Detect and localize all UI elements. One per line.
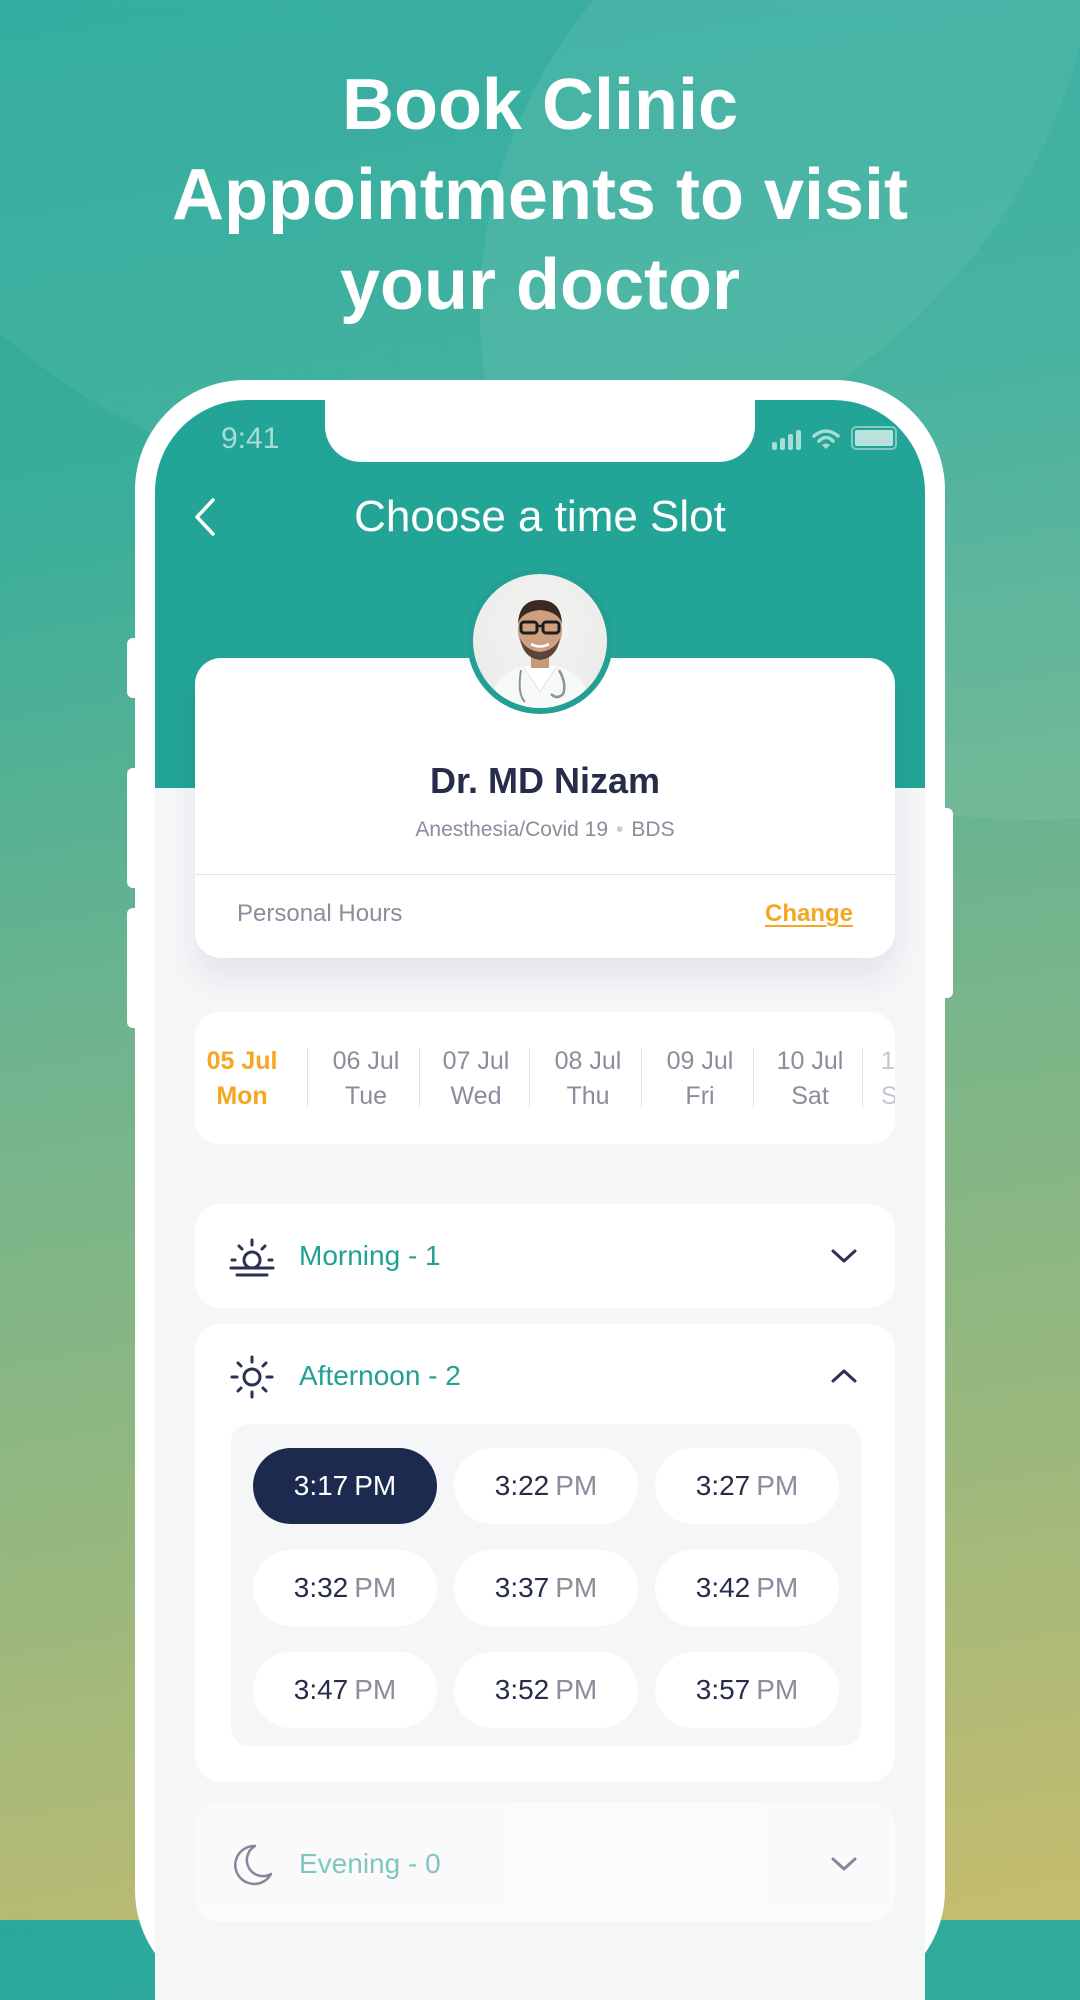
status-icons [772,426,897,450]
sunrise-icon [229,1238,275,1277]
time-slot[interactable]: 3:32 PM [253,1550,437,1626]
chevron-down-icon[interactable] [829,1244,859,1268]
date-item[interactable]: 05 Jul Mon [195,1044,297,1114]
time-slot[interactable]: 3:47 PM [253,1652,437,1728]
power-button [939,808,953,998]
slot-time: 3:37 [494,1572,550,1603]
doctor-photo [488,600,592,708]
slot-time: 3:27 [695,1470,751,1501]
separator-dot: • [616,818,624,841]
phone-frame: 9:41 Choose a time Slot Dr. MD Nizam Ane… [127,380,953,2000]
date-selector: 05 Jul Mon 06 Jul Tue 07 Jul Wed 08 Jul … [195,1012,895,1144]
day-label: Sat [791,1082,829,1110]
date-divider [753,1048,754,1108]
date-item[interactable]: 07 Jul Wed [421,1044,531,1114]
date-label: 07 Jul [442,1047,510,1075]
morning-section-header[interactable]: Morning - 1 [195,1204,895,1308]
headline-line: Book Clinic [341,65,739,145]
day-label: Mon [216,1082,268,1110]
day-label: Tue [344,1082,388,1110]
change-hours-link[interactable]: Change [765,900,853,928]
date-label: 08 Jul [554,1047,622,1075]
promo-headline: Book Clinic Appointments to visit your d… [0,60,1080,330]
headline-line: Appointments to visit [172,155,908,235]
date-item[interactable]: 08 Jul Thu [533,1044,643,1114]
time-slot[interactable]: 3:37 PM [454,1550,638,1626]
date-item[interactable]: 09 Jul Fri [645,1044,755,1114]
date-divider [862,1048,863,1108]
day-label: Thu [566,1082,610,1110]
time-slot[interactable]: 3:27 PM [655,1448,839,1524]
morning-section: Morning - 1 [195,1204,895,1308]
chevron-down-icon[interactable] [829,1852,859,1876]
sun-icon [230,1355,274,1399]
volume-down-button [127,908,141,1028]
slot-time: 3:17 [293,1470,349,1501]
evening-section: Evening - 0 [195,1802,895,1922]
day-label: Fri [685,1082,715,1110]
app-screen: 9:41 Choose a time Slot Dr. MD Nizam Ane… [155,400,925,2000]
slot-time: 3:22 [494,1470,550,1501]
status-time: 9:41 [221,422,280,455]
evening-section-title: Evening - 0 [299,1848,441,1879]
time-slot[interactable]: 3:42 PM [655,1550,839,1626]
slot-ampm: PM [555,1572,598,1603]
doctor-degree: BDS [631,818,675,841]
volume-up-button [127,768,141,888]
page-title: Choose a time Slot [354,492,726,541]
date-divider [307,1048,308,1108]
doctor-name: Dr. MD Nizam [429,760,661,801]
slot-time: 3:57 [695,1674,751,1705]
headline-line: your doctor [339,245,740,325]
date-label: 11 Jul [881,1047,895,1075]
slot-time: 3:42 [695,1572,751,1603]
slot-ampm: PM [555,1674,598,1705]
evening-section-header[interactable]: Evening - 0 [195,1812,895,1916]
afternoon-section: Afternoon - 2 3:17 PM 3:22 PM 3:27 PM 3:32 P… [195,1324,895,1782]
morning-section-title: Morning - 1 [299,1240,441,1271]
slot-time: 3:32 [293,1572,349,1603]
date-label: 09 Jul [666,1047,734,1075]
time-slot[interactable]: 3:22 PM [454,1448,638,1524]
date-item[interactable]: 11 Jul Sun [865,1044,895,1114]
date-item[interactable]: 10 Jul Sat [755,1044,865,1114]
slot-ampm: PM [756,1674,799,1705]
slot-time: 3:52 [494,1674,550,1705]
phone-notch [325,400,755,462]
signal-icon [772,430,801,450]
time-slot[interactable]: 3:52 PM [454,1652,638,1728]
date-divider [641,1048,642,1108]
slot-ampm: PM [756,1572,799,1603]
date-item[interactable]: 06 Jul Tue [311,1044,421,1114]
moon-icon [234,1844,273,1886]
date-label: 06 Jul [332,1047,400,1075]
date-label: 10 Jul [776,1047,844,1075]
doctor-avatar [467,568,613,714]
doctor-specialty-line: Anesthesia/Covid 19 • BDS [195,818,895,842]
battery-icon [851,426,897,450]
time-slot-grid: 3:17 PM 3:22 PM 3:27 PM 3:32 PM 3:37 PM 3:42 P… [231,1424,861,1746]
wifi-icon [812,429,840,449]
slot-ampm: PM [354,1470,397,1501]
chevron-up-icon[interactable] [829,1364,859,1388]
day-label: Wed [450,1082,502,1110]
mute-switch [127,638,141,698]
date-label: 05 Jul [206,1047,278,1075]
date-divider [529,1048,530,1108]
card-divider [195,874,895,875]
doctor-specialty: Anesthesia/Covid 19 [415,818,609,841]
slot-ampm: PM [555,1470,598,1501]
time-slot[interactable]: 3:17 PM [253,1448,437,1524]
day-label: Sun [881,1082,895,1110]
personal-hours-label: Personal Hours [237,900,403,927]
date-divider [419,1048,420,1108]
time-slot[interactable]: 3:57 PM [655,1652,839,1728]
afternoon-section-header[interactable]: Afternoon - 2 [195,1324,895,1428]
slot-time: 3:47 [293,1674,349,1705]
slot-ampm: PM [354,1674,397,1705]
afternoon-section-title: Afternoon - 2 [299,1360,461,1391]
slot-ampm: PM [756,1470,799,1501]
slot-ampm: PM [354,1572,397,1603]
